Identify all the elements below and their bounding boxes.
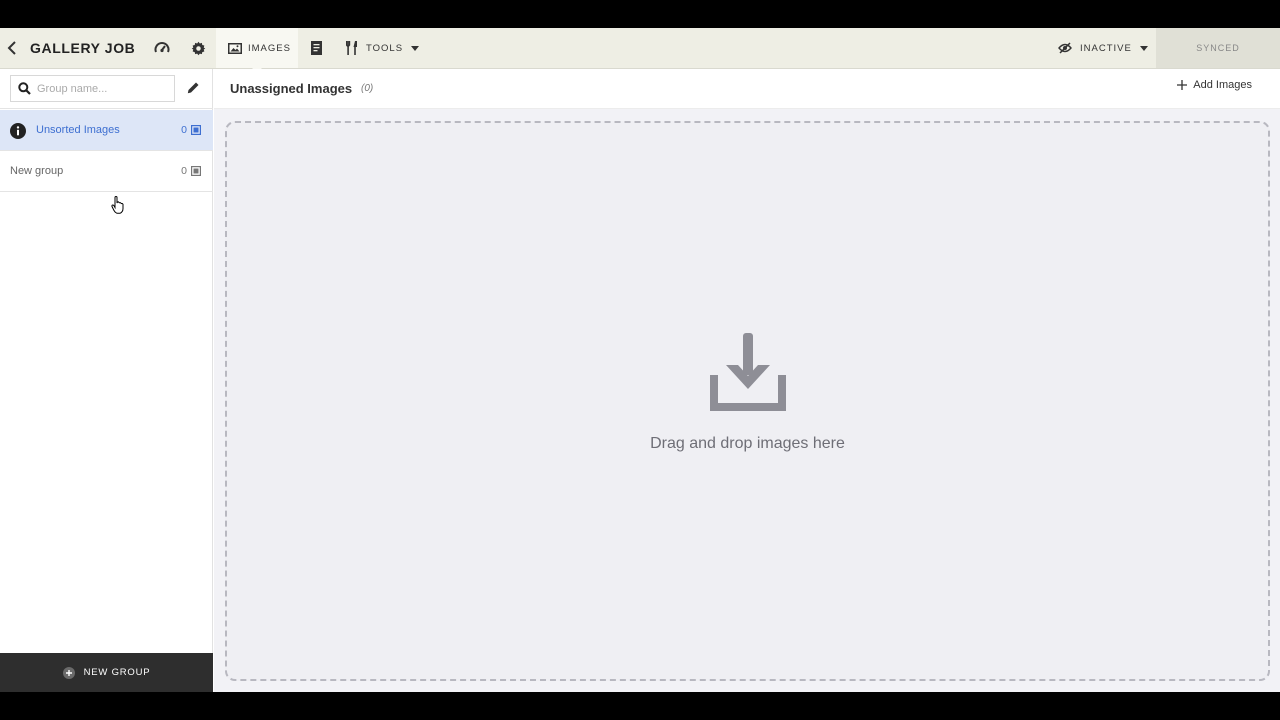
settings-button[interactable] [188, 28, 208, 68]
group-search-input[interactable] [37, 82, 167, 95]
image-icon [228, 42, 242, 54]
group-item-unsorted-images[interactable]: Unsorted Images 0 [0, 110, 213, 151]
new-group-label: NEW GROUP [83, 667, 151, 678]
page-title: Unassigned Images [230, 81, 353, 96]
tools-dropdown[interactable]: TOOLS [346, 28, 420, 68]
image-stack-icon [191, 125, 201, 135]
image-dropzone[interactable]: Drag and drop images here [225, 121, 1270, 681]
document-icon [310, 41, 322, 55]
caret-down-icon [411, 45, 420, 51]
image-count: (0) [361, 83, 374, 94]
groups-sidebar: Unsorted Images 0 New group 0 NEW GROUP [0, 69, 213, 692]
chevron-left-icon [7, 41, 16, 55]
job-title: GALLERY JOB [30, 40, 136, 56]
edit-groups-button[interactable] [185, 80, 201, 96]
group-search-box[interactable] [10, 75, 175, 102]
caret-down-icon [1139, 45, 1148, 51]
group-label: Unsorted Images [36, 124, 120, 136]
pencil-icon [187, 82, 199, 94]
add-images-label: Add Images [1193, 79, 1252, 91]
sync-status: SYNCED [1156, 28, 1280, 68]
dashboard-button[interactable] [152, 28, 172, 68]
main-header: Unassigned Images (0) Add Images [214, 69, 1280, 109]
plus-circle-icon [62, 666, 75, 679]
tab-images-label: IMAGES [248, 42, 291, 54]
new-group-button[interactable]: NEW GROUP [0, 653, 213, 692]
hand-cursor-icon [111, 196, 124, 214]
tab-tools-label: TOOLS [366, 42, 404, 54]
status-label: INACTIVE [1080, 42, 1132, 54]
image-stack-icon [191, 166, 201, 176]
documents-button[interactable] [306, 28, 326, 68]
status-dropdown[interactable]: INACTIVE [1058, 28, 1148, 68]
plus-icon [1177, 80, 1188, 90]
download-icon [710, 333, 786, 411]
group-count: 0 [181, 165, 201, 177]
group-label: New group [10, 165, 64, 177]
tab-images[interactable]: IMAGES [216, 28, 298, 73]
app-window: GALLERY JOB IMAGES TOOLS INACTIVE SYNCED [0, 28, 1280, 692]
dropzone-text: Drag and drop images here [650, 435, 845, 452]
eye-off-icon [1058, 42, 1072, 54]
sync-status-label: SYNCED [1196, 43, 1240, 53]
top-bar: GALLERY JOB IMAGES TOOLS INACTIVE SYNCED [0, 28, 1280, 73]
group-search-row [0, 69, 213, 109]
group-count: 0 [181, 124, 201, 136]
back-button[interactable] [4, 28, 20, 68]
group-item-new-group[interactable]: New group 0 [0, 151, 213, 192]
search-icon [18, 82, 31, 95]
group-count-value: 0 [181, 124, 187, 136]
gear-icon [191, 41, 205, 55]
group-count-value: 0 [181, 165, 187, 177]
dashboard-icon [154, 42, 170, 53]
add-images-button[interactable]: Add Images [1177, 79, 1252, 91]
tools-icon [346, 41, 357, 55]
main-panel: Unassigned Images (0) Add Images Drag an… [214, 69, 1280, 692]
info-icon [10, 123, 26, 139]
